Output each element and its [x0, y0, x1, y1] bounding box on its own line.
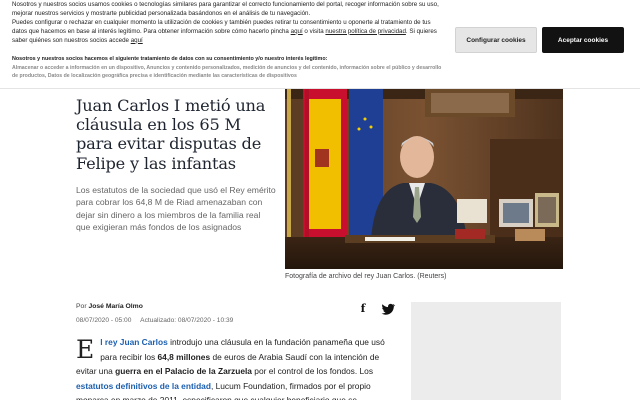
cookie-here-link-1[interactable]: aquí — [291, 28, 303, 35]
author-link[interactable]: José María Olmo — [88, 303, 142, 310]
consent-title: Nosotros y nuestros socios hacemos el si… — [12, 56, 328, 62]
body-bold-2: guerra en el Palacio de la Zarzuela — [115, 366, 252, 377]
privacy-policy-link[interactable]: nuestra política de privacidad — [325, 28, 406, 35]
accept-cookies-button[interactable]: Aceptar cookies — [542, 27, 624, 53]
byline-label: Por — [76, 303, 87, 310]
photo-illustration — [285, 89, 563, 269]
body-text-3: por el control de los fondos. Los — [251, 366, 374, 377]
article-photo — [285, 89, 563, 269]
article-subtitle: Los estatutos de la sociedad que usó el … — [76, 185, 276, 233]
cookie-here-link-2[interactable]: aquí — [131, 37, 143, 44]
drop-cap: E — [76, 335, 95, 364]
cookie-line3: o visita — [304, 27, 324, 35]
photo-caption: Fotografía de archivo del rey Juan Carlo… — [285, 273, 447, 280]
cookie-line1: Nosotros y nuestros socios usamos cookie… — [12, 1, 439, 17]
byline: Por José María Olmo — [76, 303, 143, 310]
ad-placeholder — [411, 302, 561, 400]
consent-purposes: Almacenar o acceder a información en un … — [12, 65, 442, 79]
cookie-text: Nosotros y nuestros socios usamos cookie… — [12, 1, 439, 44]
configure-cookies-button[interactable]: Configurar cookies — [455, 27, 537, 53]
article-body: E l rey Juan Carlos introdujo una cláusu… — [76, 335, 386, 400]
article-headline: Juan Carlos I metió una cláusula en los … — [76, 96, 266, 173]
cookie-banner: Nosotros y nuestros socios usamos cookie… — [0, 0, 640, 89]
published-date: 08/07/2020 - 05:00 — [76, 317, 132, 324]
facebook-icon[interactable]: f — [355, 301, 371, 317]
body-bold-1: 64,8 millones — [157, 351, 211, 362]
twitter-icon[interactable] — [380, 301, 396, 317]
updated-date: Actualizado: 08/07/2020 - 10:39 — [140, 317, 234, 324]
article-dates: 08/07/2020 - 05:00 Actualizado: 08/07/20… — [76, 317, 233, 324]
link-rey-juan-carlos[interactable]: l rey Juan Carlos — [100, 337, 168, 347]
link-estatutos[interactable]: estatutos definitivos de la entidad — [76, 381, 211, 391]
